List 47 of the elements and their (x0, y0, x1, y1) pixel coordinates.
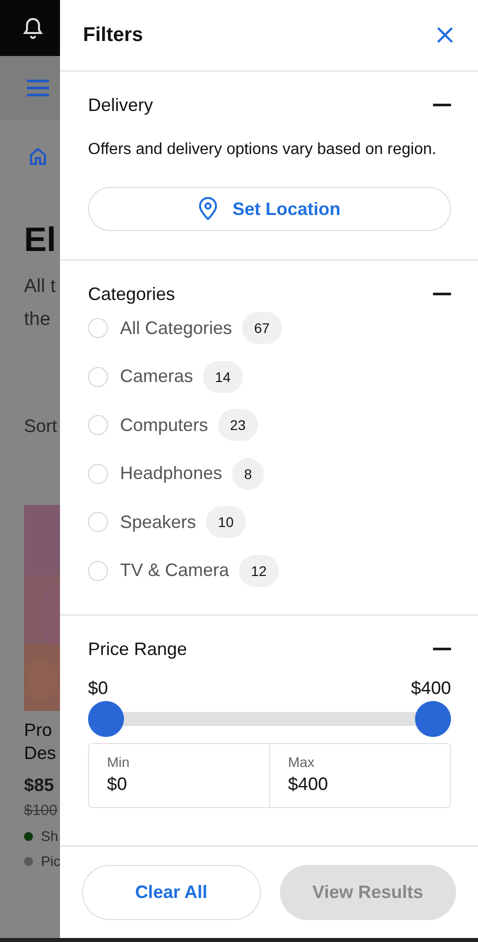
intro-text: All t (24, 275, 56, 299)
category-label[interactable]: Headphones (120, 463, 222, 484)
count-badge: 12 (239, 554, 279, 587)
product-name: Pro (24, 719, 54, 742)
clear-all-button[interactable]: Clear All (82, 865, 260, 920)
category-checkbox[interactable] (88, 464, 108, 484)
category-label[interactable]: Speakers (120, 512, 196, 533)
intro-text: the (24, 308, 52, 332)
set-location-button[interactable]: Set Location (88, 187, 451, 231)
menu-icon[interactable] (26, 79, 50, 97)
min-price-label: $0 (88, 678, 108, 699)
product-price: $85 (24, 775, 54, 796)
old-price: $100 (24, 802, 58, 819)
category-checkbox[interactable] (88, 318, 108, 338)
delivery-note: Offers and delivery options vary based on region. (88, 140, 438, 160)
category-label[interactable]: Computers (120, 414, 208, 436)
section-title[interactable]: Delivery (88, 94, 154, 116)
section-title[interactable]: Categories (88, 284, 176, 304)
category-checkbox[interactable] (88, 560, 108, 581)
close-icon[interactable] (436, 26, 454, 44)
count-badge: 8 (232, 458, 264, 490)
count-badge: 10 (206, 506, 246, 538)
category-checkbox[interactable] (88, 415, 108, 436)
section-title[interactable]: Price Range (88, 638, 188, 660)
category-checkbox[interactable] (88, 366, 108, 387)
max-price-label: $400 (410, 678, 451, 699)
count-badge: 14 (203, 360, 243, 393)
home-icon[interactable] (28, 146, 48, 166)
count-badge: 23 (218, 409, 258, 442)
collapse-icon[interactable] (433, 103, 451, 107)
category-label[interactable]: All Categories (120, 318, 232, 339)
drawer-title: Filters (83, 24, 144, 46)
bell-icon[interactable] (23, 17, 43, 39)
availability-text: Sh (41, 828, 58, 844)
product-name: Des (24, 742, 56, 765)
availability-text: Pic (41, 853, 60, 869)
page-heading: El (24, 220, 56, 260)
location-pin-icon (198, 197, 218, 221)
slider-handle[interactable] (88, 701, 124, 737)
category-label[interactable]: TV & Camera (120, 560, 230, 582)
count-badge: 67 (242, 312, 282, 344)
sort-label: Sort (24, 416, 58, 437)
category-checkbox[interactable] (88, 512, 108, 532)
collapse-icon[interactable] (433, 292, 451, 296)
collapse-icon[interactable] (433, 647, 451, 651)
slider-handle[interactable] (415, 701, 451, 737)
category-label[interactable]: Cameras (120, 366, 194, 388)
